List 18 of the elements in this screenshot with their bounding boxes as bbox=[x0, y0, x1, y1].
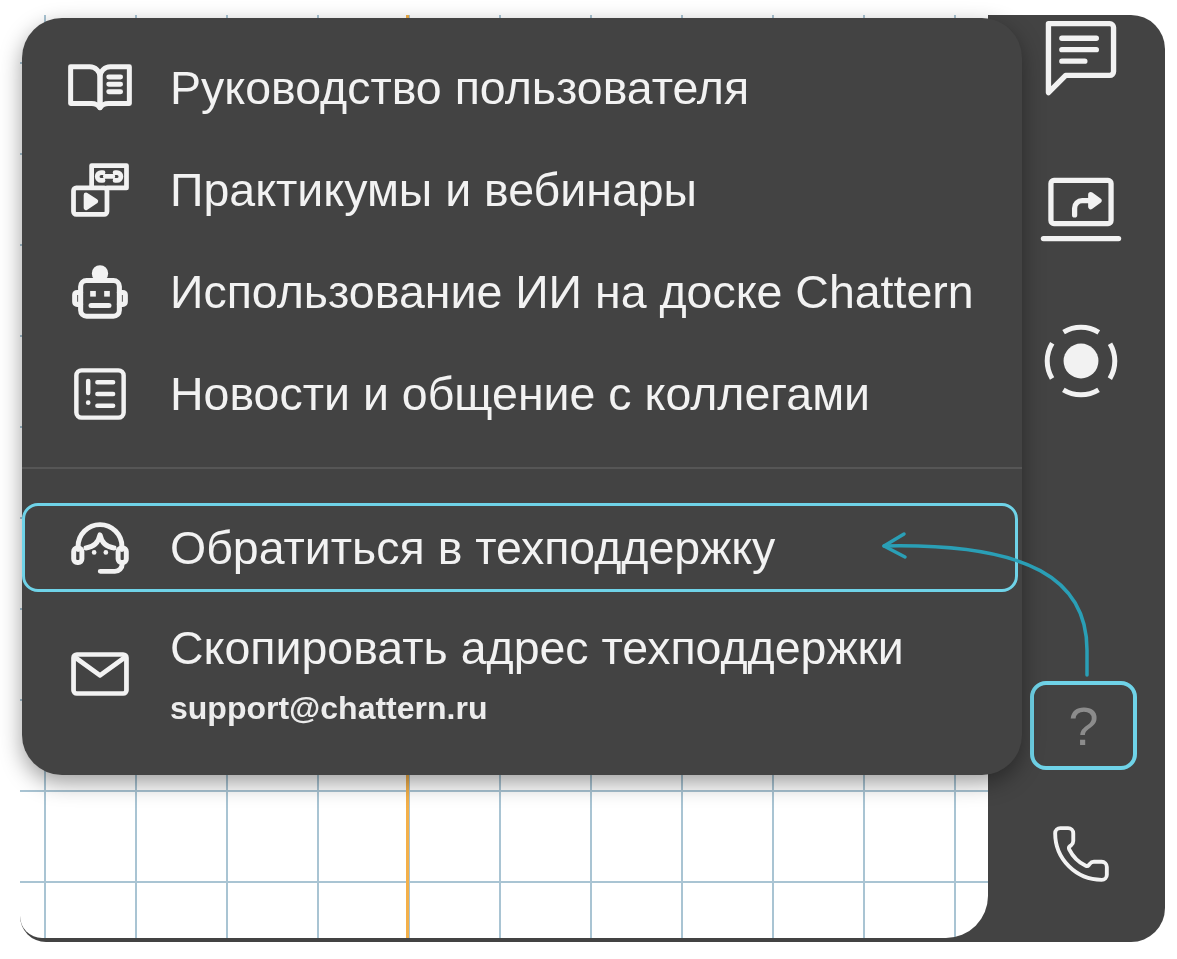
screen-share-icon bbox=[1039, 177, 1122, 242]
mail-icon bbox=[71, 652, 129, 696]
screen-share-button[interactable] bbox=[1039, 177, 1122, 242]
record-button[interactable] bbox=[1043, 324, 1118, 398]
menu-item[interactable]: Руководство пользователя bbox=[22, 37, 1018, 139]
news-list-icon bbox=[74, 368, 126, 420]
video-link-icon bbox=[71, 163, 129, 217]
menu-item[interactable]: Новости и общение с коллегами bbox=[22, 343, 1018, 445]
chat-button[interactable] bbox=[1044, 20, 1117, 97]
robot-icon bbox=[72, 265, 128, 319]
menu-item[interactable]: Использование ИИ на доске Chattern bbox=[22, 241, 1018, 343]
menu-item[interactable]: Скопировать адрес техподдержки support@chattern.ru bbox=[22, 600, 1018, 748]
menu-item[interactable]: Практикумы и вебинары bbox=[22, 139, 1018, 241]
record-icon bbox=[1043, 324, 1118, 398]
open-book-icon bbox=[68, 64, 132, 112]
menu-item[interactable]: Обратиться в техподдержку bbox=[22, 503, 1018, 592]
support-headset-icon bbox=[71, 521, 129, 574]
chat-icon bbox=[1044, 20, 1117, 97]
